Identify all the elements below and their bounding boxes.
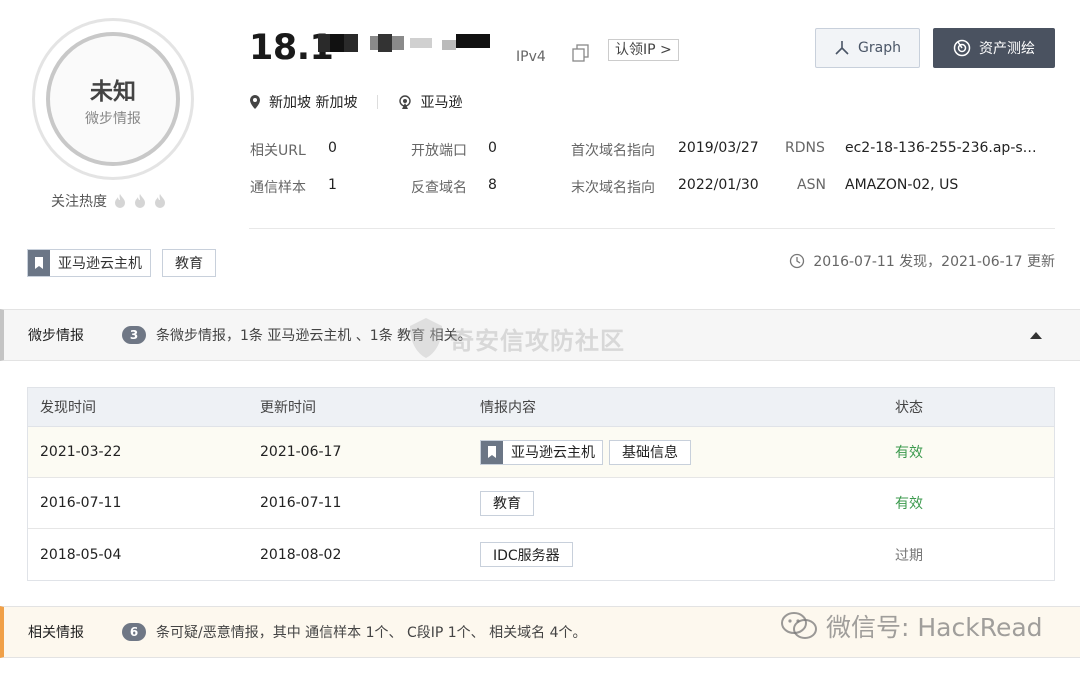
intel-content: 亚马逊云主机 基础信息 (468, 439, 883, 465)
section-description: 条可疑/恶意情报，其中 通信样本 1个、 C段IP 1个、 相关域名 4个。 (156, 625, 587, 641)
tag-label: 亚马逊云主机 (58, 256, 142, 272)
shield-logo-icon (410, 318, 442, 358)
last-seen-value: 2022/01/30 (678, 177, 759, 193)
asset-mapping-button[interactable]: 资产测绘 (933, 28, 1055, 68)
ip-redaction (318, 34, 490, 52)
location-pin-icon (250, 95, 260, 109)
tag-cloud-host[interactable]: 亚马逊云主机 (480, 439, 603, 465)
graph-label: Graph (858, 40, 901, 56)
heat-label: 关注热度 (51, 194, 107, 210)
wechat-icon (781, 612, 817, 639)
first-seen-label: 首次域名指向 (571, 143, 655, 159)
wechat-watermark: 微信号: HackRead (780, 608, 1043, 644)
table-row: 2016-07-11 2016-07-11 教育 有效 (28, 478, 1054, 529)
graph-icon (835, 41, 849, 55)
intel-content: IDC服务器 (468, 542, 883, 567)
section-title: 微步情报 (28, 328, 84, 344)
divider (377, 95, 379, 109)
score-title: 未知 (90, 79, 136, 105)
asset-mapping-label: 资产测绘 (979, 41, 1035, 57)
reverse-domains-label: 反查域名 (411, 180, 467, 196)
first-seen-value: 2019/03/27 (678, 140, 759, 156)
location-text: 新加坡 新加坡 (269, 95, 358, 111)
count-badge: 6 (122, 623, 146, 641)
header-divider (249, 228, 1055, 229)
radar-icon (953, 39, 971, 57)
tag-basic-info[interactable]: 基础信息 (609, 439, 691, 465)
comm-samples-label: 通信样本 (250, 180, 306, 196)
graph-button[interactable]: Graph (815, 28, 920, 68)
fire-icon (115, 194, 125, 208)
broadcast-icon (399, 95, 412, 109)
table-row: 2021-03-22 2021-06-17 亚马逊云主机 基础信息 有效 (28, 427, 1054, 478)
wechat-text: 微信号: HackRead (826, 613, 1043, 642)
rdns-label: RDNS (785, 140, 825, 156)
last-seen-label: 末次域名指向 (571, 180, 655, 196)
related-url-label: 相关URL (250, 143, 306, 159)
status-badge: 有效 (895, 445, 923, 461)
attention-heat: 关注热度 (51, 191, 167, 211)
tag-idc-server[interactable]: IDC服务器 (480, 542, 573, 567)
ip-version: IPv4 (516, 49, 546, 65)
fire-icon (155, 194, 165, 208)
clock-icon (790, 253, 805, 269)
status-badge: 有效 (895, 496, 923, 512)
table-header: 发现时间 更新时间 情报内容 状态 (28, 388, 1054, 427)
intel-content: 教育 (468, 490, 883, 516)
column-header: 发现时间 (40, 400, 96, 416)
found-date: 2021-03-22 (40, 444, 122, 460)
column-header: 情报内容 (480, 400, 536, 416)
rdns-value: ec2-18-136-255-236.ap-s… (845, 140, 1037, 156)
status-badge: 过期 (895, 547, 923, 564)
bookmark-icon (481, 440, 503, 464)
watermark-text: 奇安信攻防社区 (450, 326, 625, 355)
updated-date: 2021-06-17 (260, 444, 342, 460)
tag-label: 教育 (493, 496, 521, 512)
tag-label: 亚马逊云主机 (511, 445, 595, 461)
tag-cloud-host[interactable]: 亚马逊云主机 (27, 249, 151, 277)
bookmark-icon (28, 250, 50, 276)
column-header: 更新时间 (260, 400, 316, 416)
updated-date: 2018-08-02 (260, 546, 342, 563)
isp-text: 亚马逊 (420, 95, 463, 111)
tag-label: IDC服务器 (493, 547, 560, 564)
discovery-dates: 2016-07-11 发现，2021-06-17 更新 (789, 251, 1055, 271)
found-date: 2018-05-04 (40, 546, 122, 563)
open-ports-value[interactable]: 0 (488, 140, 497, 156)
watermark: 奇安信攻防社区 (408, 316, 625, 360)
tag-education[interactable]: 教育 (480, 490, 534, 516)
count-badge: 3 (122, 326, 146, 344)
asn-value: AMAZON-02, US (845, 177, 959, 193)
reverse-domains-value[interactable]: 8 (488, 177, 497, 193)
claim-ip-button[interactable]: 认领IP > (608, 39, 679, 61)
table-row: 2018-05-04 2018-08-02 IDC服务器 过期 (28, 529, 1054, 580)
tag-label: 教育 (175, 256, 203, 272)
tag-label: 基础信息 (622, 445, 678, 461)
tag-education[interactable]: 教育 (162, 249, 216, 277)
intel-table: 发现时间 更新时间 情报内容 状态 2021-03-22 2021-06-17 … (27, 387, 1055, 581)
section-title: 相关情报 (28, 625, 84, 641)
related-url-value[interactable]: 0 (328, 140, 337, 156)
comm-samples-value[interactable]: 1 (328, 177, 337, 193)
copy-icon[interactable] (571, 43, 591, 63)
updated-date: 2016-07-11 (260, 495, 342, 511)
fire-icon (135, 194, 145, 208)
score-subtitle: 微步情报 (85, 111, 141, 127)
asn-label: ASN (797, 177, 826, 193)
collapse-caret-icon[interactable] (1030, 332, 1042, 339)
found-date: 2016-07-11 (40, 495, 122, 511)
open-ports-label: 开放端口 (411, 143, 467, 159)
dates-text: 2016-07-11 发现，2021-06-17 更新 (813, 254, 1055, 270)
column-header: 状态 (895, 400, 923, 416)
location-row: 新加坡 新加坡 亚马逊 (249, 92, 462, 112)
